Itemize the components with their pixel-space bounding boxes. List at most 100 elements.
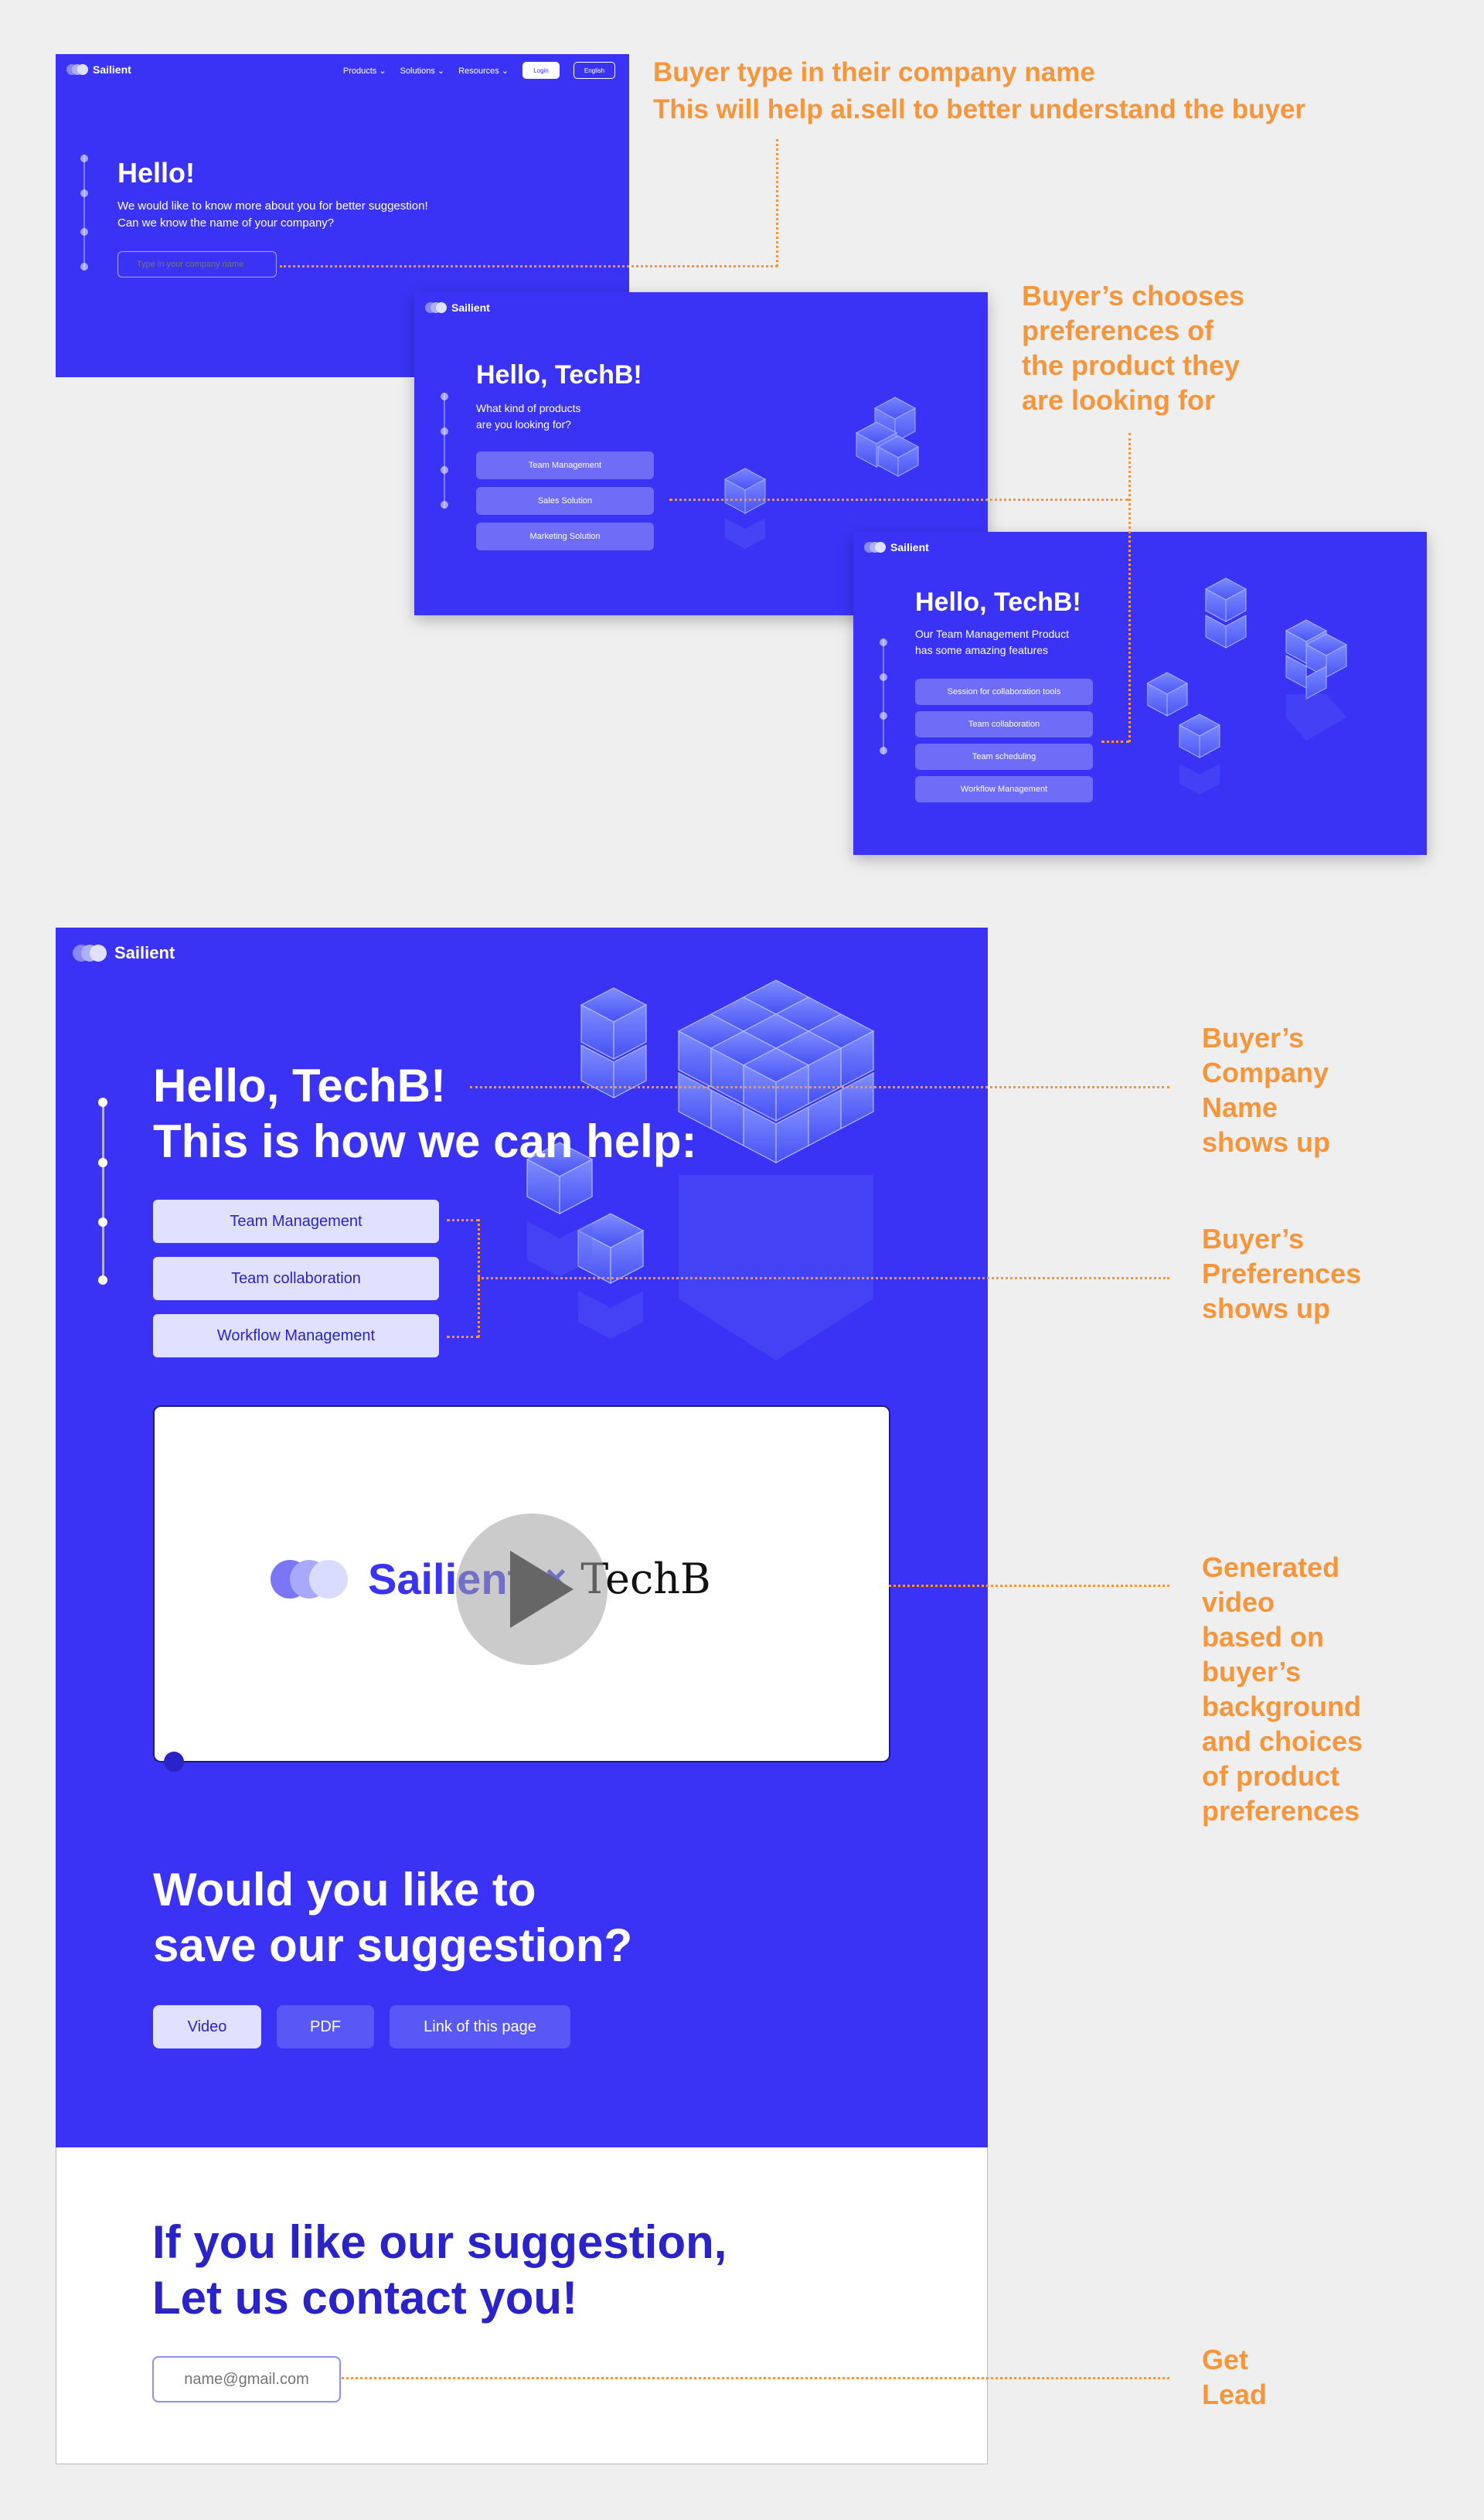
annotation-company-name-shows: Buyer’s Company Name shows up bbox=[1202, 1020, 1330, 1160]
nav-products-label: Products bbox=[342, 66, 377, 76]
screen-product-features: Sailient Hello, TechB! Our Team Manageme… bbox=[853, 532, 1427, 855]
option-session-collaboration-tools[interactable]: Session for collaboration tools bbox=[915, 679, 1093, 705]
greeting-title: Hello! bbox=[117, 157, 196, 189]
nav-resources-label: Resources bbox=[458, 66, 499, 76]
annotation-text: Preferences bbox=[1202, 1258, 1362, 1289]
selected-team-management[interactable]: Team Management bbox=[153, 1200, 439, 1243]
annotation-preferences-shows: Buyer’s Preferences shows up bbox=[1202, 1221, 1361, 1326]
connector bbox=[447, 1219, 479, 1221]
feature-line-1: Our Team Management Product bbox=[915, 628, 1069, 640]
feature-line-2: has some amazing features bbox=[915, 644, 1048, 656]
logo-mark-icon bbox=[864, 542, 886, 553]
brand-logo[interactable]: Sailient bbox=[73, 943, 175, 963]
annotation-text: and choices bbox=[1202, 1725, 1363, 1757]
contact-title-line-2: Let us contact you! bbox=[152, 2272, 578, 2324]
nav-solutions-label: Solutions bbox=[400, 66, 435, 76]
option-team-scheduling[interactable]: Team scheduling bbox=[915, 744, 1093, 770]
nav-resources[interactable]: Resources ⌄ bbox=[458, 66, 509, 76]
brand-name: Sailient bbox=[890, 541, 929, 553]
main-title-line-2: This is how we can help: bbox=[153, 1115, 697, 1167]
annotation-text: Buyer’s chooses bbox=[1022, 280, 1245, 312]
option-team-management[interactable]: Team Management bbox=[476, 451, 654, 479]
greeting-line-1: We would like to know more about you for… bbox=[117, 199, 428, 213]
annotation-text: shows up bbox=[1202, 1126, 1331, 1158]
chevron-down-icon: ⌄ bbox=[379, 66, 386, 76]
greeting-title: Hello, TechB! bbox=[915, 587, 1081, 617]
brand-logo[interactable]: Sailient bbox=[66, 63, 131, 76]
annotation-company-name-line-2: This will help ai.sell to better underst… bbox=[653, 94, 1306, 124]
option-marketing-solution[interactable]: Marketing Solution bbox=[476, 523, 654, 550]
connector bbox=[1128, 433, 1131, 742]
chevron-down-icon: ⌄ bbox=[501, 66, 509, 76]
annotation-text: background bbox=[1202, 1691, 1362, 1722]
option-workflow-management[interactable]: Workflow Management bbox=[915, 776, 1093, 802]
annotation-text: Get bbox=[1202, 2344, 1249, 2375]
annotation-text: video bbox=[1202, 1586, 1275, 1618]
top-nav: Products ⌄ Solutions ⌄ Resources ⌄ Login… bbox=[343, 62, 615, 79]
save-title-line-2: save our suggestion? bbox=[153, 1919, 633, 1971]
greeting-title: Hello, TechB! bbox=[476, 360, 642, 390]
language-button[interactable]: English bbox=[574, 62, 615, 79]
generated-video-player[interactable]: Sailient × TechB bbox=[153, 1405, 890, 1772]
nav-solutions[interactable]: Solutions ⌄ bbox=[400, 66, 445, 76]
annotation-text: preferences of bbox=[1022, 315, 1214, 346]
nav-products[interactable]: Products ⌄ bbox=[343, 66, 386, 76]
selected-workflow-management[interactable]: Workflow Management bbox=[153, 1314, 439, 1357]
connector bbox=[447, 1336, 479, 1338]
annotation-text: of product bbox=[1202, 1760, 1339, 1792]
logo-mark-icon bbox=[271, 1559, 348, 1599]
annotation-get-lead: Get Lead bbox=[1202, 2342, 1267, 2412]
login-button[interactable]: Login bbox=[522, 62, 560, 79]
video-progress-handle[interactable] bbox=[164, 1752, 184, 1772]
cube-stack-illustration bbox=[526, 979, 875, 1360]
logo-mark-icon bbox=[425, 302, 447, 313]
annotation-text: the product they bbox=[1022, 349, 1241, 381]
logo-mark-icon bbox=[73, 945, 107, 962]
connector bbox=[1101, 741, 1129, 743]
save-link-button[interactable]: Link of this page bbox=[390, 2005, 570, 2048]
question-line-1: What kind of products bbox=[476, 402, 581, 414]
annotation-text: buyer’s bbox=[1202, 1656, 1302, 1687]
selected-team-collaboration[interactable]: Team collaboration bbox=[153, 1257, 439, 1300]
connector bbox=[478, 1277, 1169, 1279]
question-line-2: are you looking for? bbox=[476, 418, 571, 431]
contact-section: If you like our suggestion, Let us conta… bbox=[56, 2147, 988, 2464]
annotation-generated-video: Generated video based on buyer’s backgro… bbox=[1202, 1550, 1363, 1828]
annotation-text: based on bbox=[1202, 1621, 1325, 1653]
company-name-input[interactable] bbox=[117, 251, 277, 278]
play-button[interactable] bbox=[456, 1514, 608, 1665]
connector bbox=[776, 139, 778, 267]
email-field[interactable] bbox=[152, 2356, 341, 2403]
annotation-company-name-line-1: Buyer type in their company name bbox=[653, 57, 1095, 87]
brand-logo[interactable]: Sailient bbox=[425, 301, 490, 314]
annotation-text: Name bbox=[1202, 1091, 1278, 1123]
brand-name: Sailient bbox=[93, 63, 131, 76]
main-suggestion-page: Sailient Hello, TechB! This is how we ca… bbox=[56, 928, 988, 2147]
main-title-line-1: Hello, TechB! bbox=[153, 1060, 446, 1112]
annotation-text: Buyer’s bbox=[1202, 1223, 1305, 1255]
greeting-line-2: Can we know the name of your company? bbox=[117, 216, 335, 230]
play-icon bbox=[510, 1551, 574, 1628]
brand-logo[interactable]: Sailient bbox=[864, 541, 929, 553]
annotation-text: Buyer’s bbox=[1202, 1022, 1305, 1054]
logo-mark-icon bbox=[66, 64, 88, 75]
save-title-line-1: Would you like to bbox=[153, 1864, 536, 1916]
contact-title-line-1: If you like our suggestion, bbox=[152, 2216, 727, 2268]
annotation-preferences: Buyer’s chooses preferences of the produ… bbox=[1022, 278, 1244, 417]
annotation-text: are looking for bbox=[1022, 384, 1216, 416]
connector bbox=[470, 1086, 1169, 1088]
annotation-text: Company bbox=[1202, 1057, 1329, 1088]
brand-name: Sailient bbox=[114, 943, 175, 962]
annotation-text: preferences bbox=[1202, 1795, 1360, 1827]
connector bbox=[342, 2377, 1169, 2379]
annotation-text: shows up bbox=[1202, 1292, 1331, 1324]
option-team-collaboration[interactable]: Team collaboration bbox=[915, 711, 1093, 737]
brand-name: Sailient bbox=[451, 301, 490, 314]
connector bbox=[280, 265, 778, 267]
save-video-button[interactable]: Video bbox=[153, 2005, 261, 2048]
annotation-text: Generated bbox=[1202, 1551, 1340, 1583]
save-pdf-button[interactable]: PDF bbox=[277, 2005, 374, 2048]
cube-cluster-illustration bbox=[1147, 577, 1348, 795]
option-sales-solution[interactable]: Sales Solution bbox=[476, 487, 654, 515]
connector bbox=[669, 499, 1128, 501]
